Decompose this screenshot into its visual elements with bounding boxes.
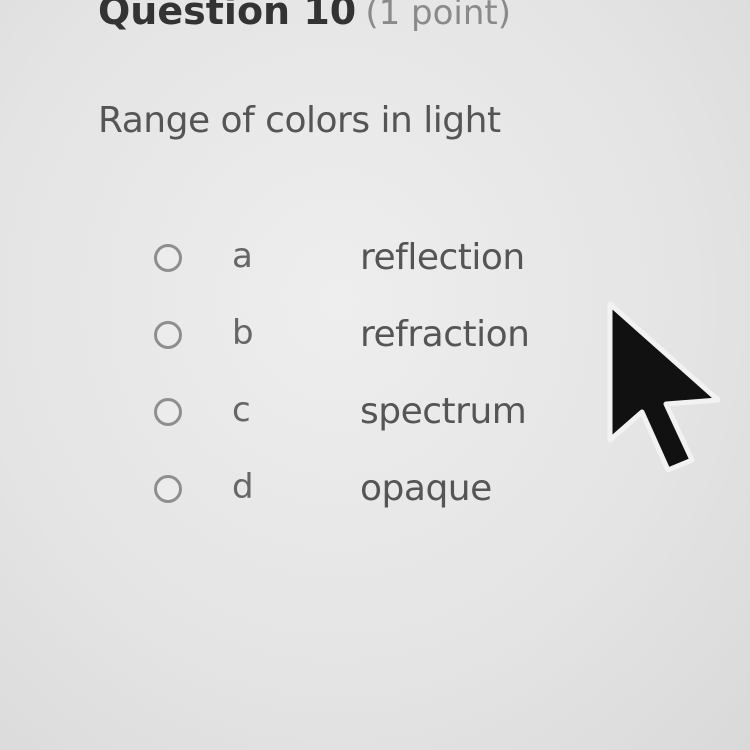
radio-button-d[interactable] bbox=[154, 475, 182, 503]
question-header: Question 10 (1 point) bbox=[98, 0, 511, 30]
question-title: Question 10 bbox=[98, 0, 357, 33]
choice-letter-a: a bbox=[232, 236, 253, 276]
quiz-page: Question 10 (1 point) Range of colors in… bbox=[0, 0, 750, 750]
choice-a[interactable]: a reflection bbox=[154, 236, 574, 313]
radio-button-a[interactable] bbox=[154, 244, 182, 272]
choice-text-a[interactable]: reflection bbox=[360, 236, 525, 279]
radio-button-b[interactable] bbox=[154, 321, 182, 349]
choice-text-b[interactable]: refraction bbox=[360, 313, 530, 356]
question-points: (1 point) bbox=[365, 0, 511, 33]
choice-c[interactable]: c spectrum bbox=[154, 390, 574, 467]
choice-letter-d: d bbox=[232, 467, 254, 507]
answer-choices: a reflection b refraction c spectrum d o… bbox=[154, 236, 574, 544]
question-prompt: Range of colors in light bbox=[98, 100, 501, 141]
choice-text-d[interactable]: opaque bbox=[360, 467, 492, 510]
arrow-cursor-icon bbox=[607, 301, 721, 473]
choice-letter-b: b bbox=[232, 313, 254, 353]
choice-text-c[interactable]: spectrum bbox=[360, 390, 527, 433]
choice-d[interactable]: d opaque bbox=[154, 467, 574, 544]
choice-b[interactable]: b refraction bbox=[154, 313, 574, 390]
choice-letter-c: c bbox=[232, 390, 251, 430]
radio-button-c[interactable] bbox=[154, 398, 182, 426]
